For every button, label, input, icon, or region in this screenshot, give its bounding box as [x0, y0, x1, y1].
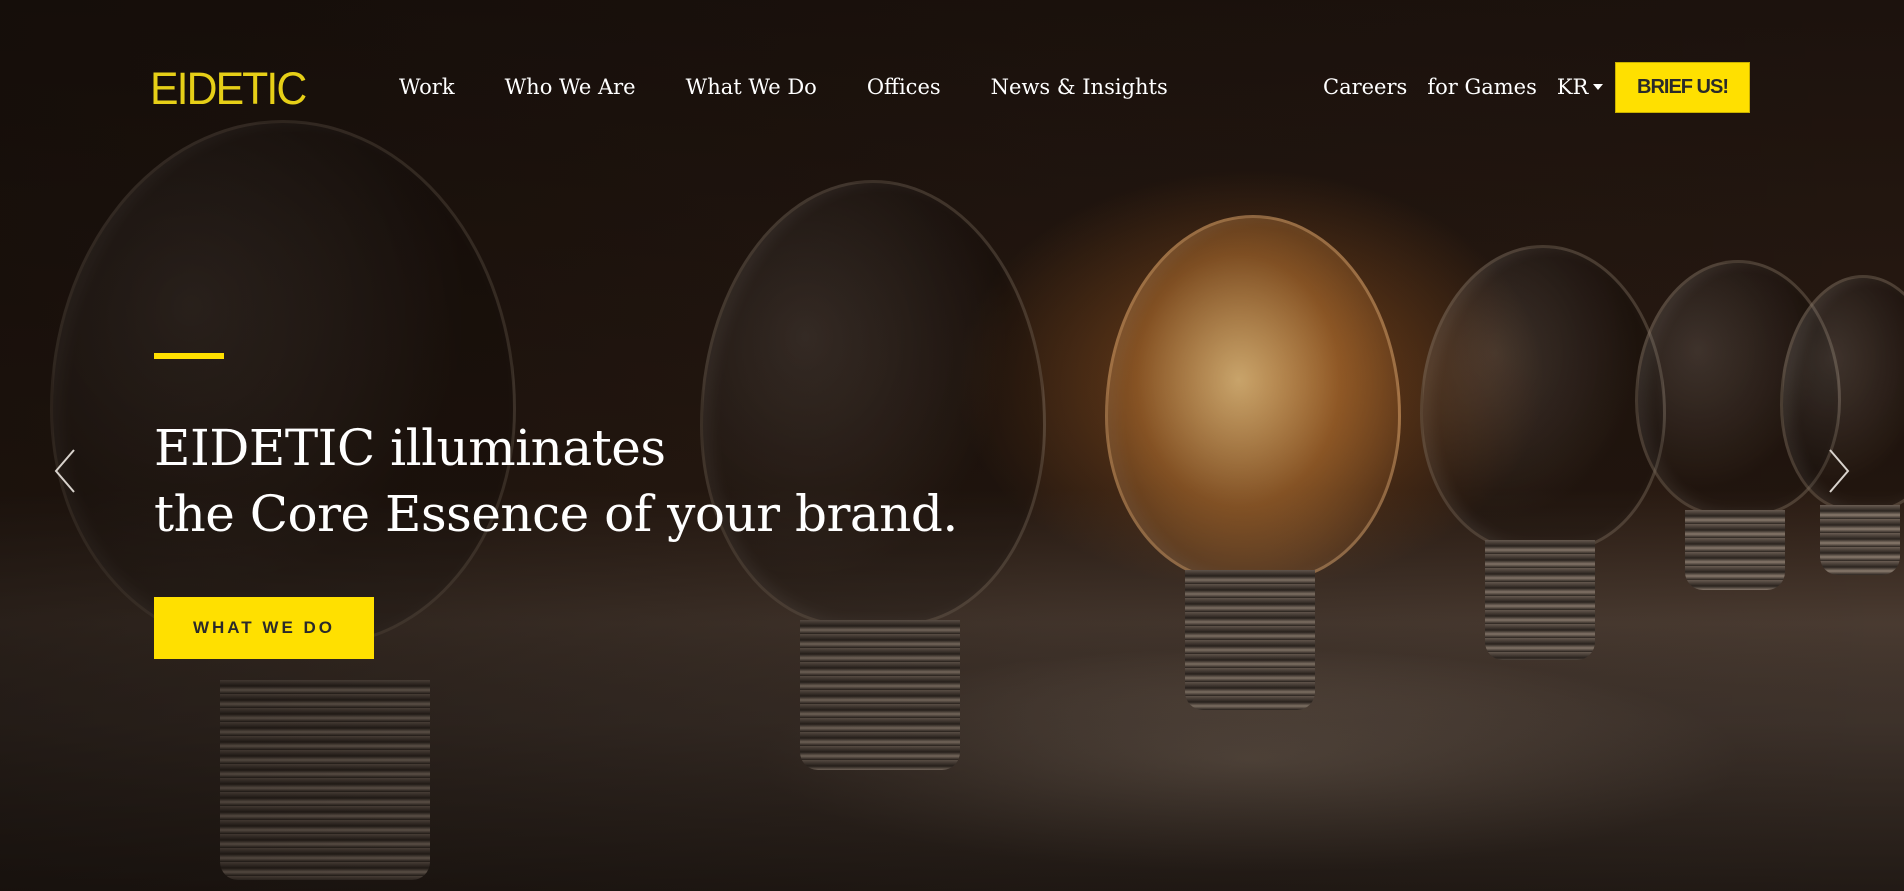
- slider-prev-button[interactable]: [46, 446, 86, 496]
- hero-slider: EIDETIC Work Who We Are What We Do Offic…: [0, 0, 1904, 891]
- nav-item-work[interactable]: Work: [399, 72, 455, 102]
- nav-item-who-we-are[interactable]: Who We Are: [505, 72, 636, 102]
- language-selector[interactable]: KR: [1557, 72, 1604, 102]
- nav-item-for-games[interactable]: for Games: [1427, 72, 1537, 102]
- caret-down-icon: [1593, 84, 1604, 90]
- hero-headline: EIDETIC illuminates the Core Essence of …: [154, 415, 958, 547]
- hero-headline-line-2: the Core Essence of your brand.: [154, 485, 958, 543]
- chevron-left-icon: [54, 449, 75, 493]
- site-header: EIDETIC Work Who We Are What We Do Offic…: [0, 0, 1904, 175]
- chevron-right-icon: [1829, 449, 1850, 493]
- eidetic-logo[interactable]: EIDETIC: [150, 64, 307, 114]
- what-we-do-button[interactable]: WHAT WE DO: [154, 597, 374, 659]
- nav-item-news-insights[interactable]: News & Insights: [991, 72, 1168, 102]
- language-label: KR: [1556, 75, 1589, 99]
- slider-next-button[interactable]: [1818, 446, 1858, 496]
- brief-us-button[interactable]: BRIEF US!: [1615, 62, 1750, 113]
- accent-bar: [154, 353, 224, 359]
- hero-headline-line-1: EIDETIC illuminates: [154, 419, 666, 477]
- nav-item-offices[interactable]: Offices: [867, 72, 941, 102]
- nav-item-what-we-do[interactable]: What We Do: [686, 72, 817, 102]
- nav-item-careers[interactable]: Careers: [1323, 72, 1407, 102]
- main-nav: Work Who We Are What We Do Offices News …: [399, 72, 1218, 102]
- secondary-nav: Careers for Games KR: [1323, 72, 1623, 102]
